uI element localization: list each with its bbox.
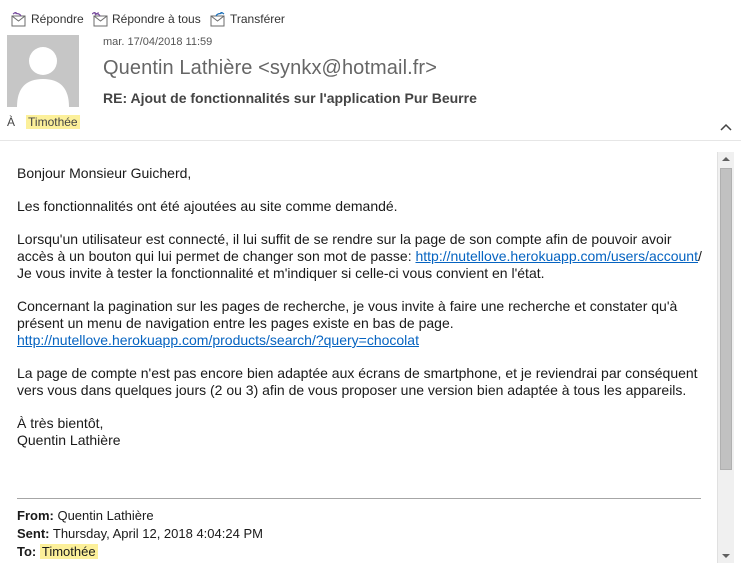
paragraph-2: Lorsqu'un utilisateur est connecté, il l… <box>17 231 709 282</box>
quoted-from-value: Quentin Lathière <box>57 508 154 523</box>
closing-text: À très bientôt, <box>17 415 104 431</box>
quoted-from: From: Quentin Lathière <box>17 507 263 525</box>
message-date: mar. 17/04/2018 11:59 <box>103 36 213 48</box>
reply-all-icon <box>92 11 108 26</box>
recipient-name[interactable]: Timothée <box>26 115 80 129</box>
message-toolbar: Répondre Répondre à tous Transférer <box>0 0 741 34</box>
to-label: À <box>7 115 16 129</box>
message-subject: RE: Ajout de fonctionnalités sur l'appli… <box>103 90 477 106</box>
scrollbar-thumb[interactable] <box>720 168 732 470</box>
sender-address: Quentin Lathière <synkx@hotmail.fr> <box>103 57 437 79</box>
paragraph-2-line-2: Je vous invite à tester la fonctionnalit… <box>17 265 545 281</box>
paragraph-3: Concernant la pagination sur les pages d… <box>17 298 709 349</box>
forward-icon <box>210 11 225 26</box>
header-divider <box>0 140 741 141</box>
quoted-sent-label: Sent: <box>17 526 50 541</box>
scroll-down-icon[interactable] <box>718 549 734 563</box>
person-icon <box>17 47 69 107</box>
vertical-scrollbar[interactable] <box>717 152 734 563</box>
account-link[interactable]: http://nutellove.herokuapp.com/users/acc… <box>415 248 698 264</box>
greeting: Bonjour Monsieur Guicherd, <box>17 165 192 181</box>
message-body: Bonjour Monsieur Guicherd, Les fonctionn… <box>17 165 709 465</box>
quoted-sent: Sent: Thursday, April 12, 2018 4:04:24 P… <box>17 525 263 543</box>
paragraph-3-text: Concernant la pagination sur les pages d… <box>17 298 678 331</box>
reply-button[interactable]: Répondre <box>11 10 84 28</box>
chevron-up-icon[interactable] <box>719 120 733 134</box>
search-link[interactable]: http://nutellove.herokuapp.com/products/… <box>17 332 419 348</box>
quoted-sent-value: Thursday, April 12, 2018 4:04:24 PM <box>52 526 263 541</box>
signature: Quentin Lathière <box>17 432 121 448</box>
quoted-to: To: Timothée <box>17 543 263 561</box>
quoted-divider <box>17 498 701 499</box>
quoted-header: From: Quentin Lathière Sent: Thursday, A… <box>17 507 263 561</box>
reply-all-label: Répondre à tous <box>112 12 201 26</box>
quoted-to-value: Timothée <box>39 544 98 559</box>
reply-all-button[interactable]: Répondre à tous <box>92 10 201 28</box>
sender-avatar <box>7 35 79 107</box>
quoted-to-label: To: <box>17 544 37 559</box>
paragraph-2-after-link: / <box>698 248 702 264</box>
forward-button[interactable]: Transférer <box>210 10 285 28</box>
reply-label: Répondre <box>31 12 84 26</box>
recipient-row: À Timothée <box>7 115 80 129</box>
scroll-up-icon[interactable] <box>718 152 734 166</box>
forward-label: Transférer <box>230 12 285 26</box>
quoted-from-label: From: <box>17 508 54 523</box>
closing: À très bientôt, Quentin Lathière <box>17 415 709 449</box>
reply-icon <box>11 11 26 26</box>
paragraph-4: La page de compte n'est pas encore bien … <box>17 365 698 398</box>
paragraph-1: Les fonctionnalités ont été ajoutées au … <box>17 198 398 214</box>
